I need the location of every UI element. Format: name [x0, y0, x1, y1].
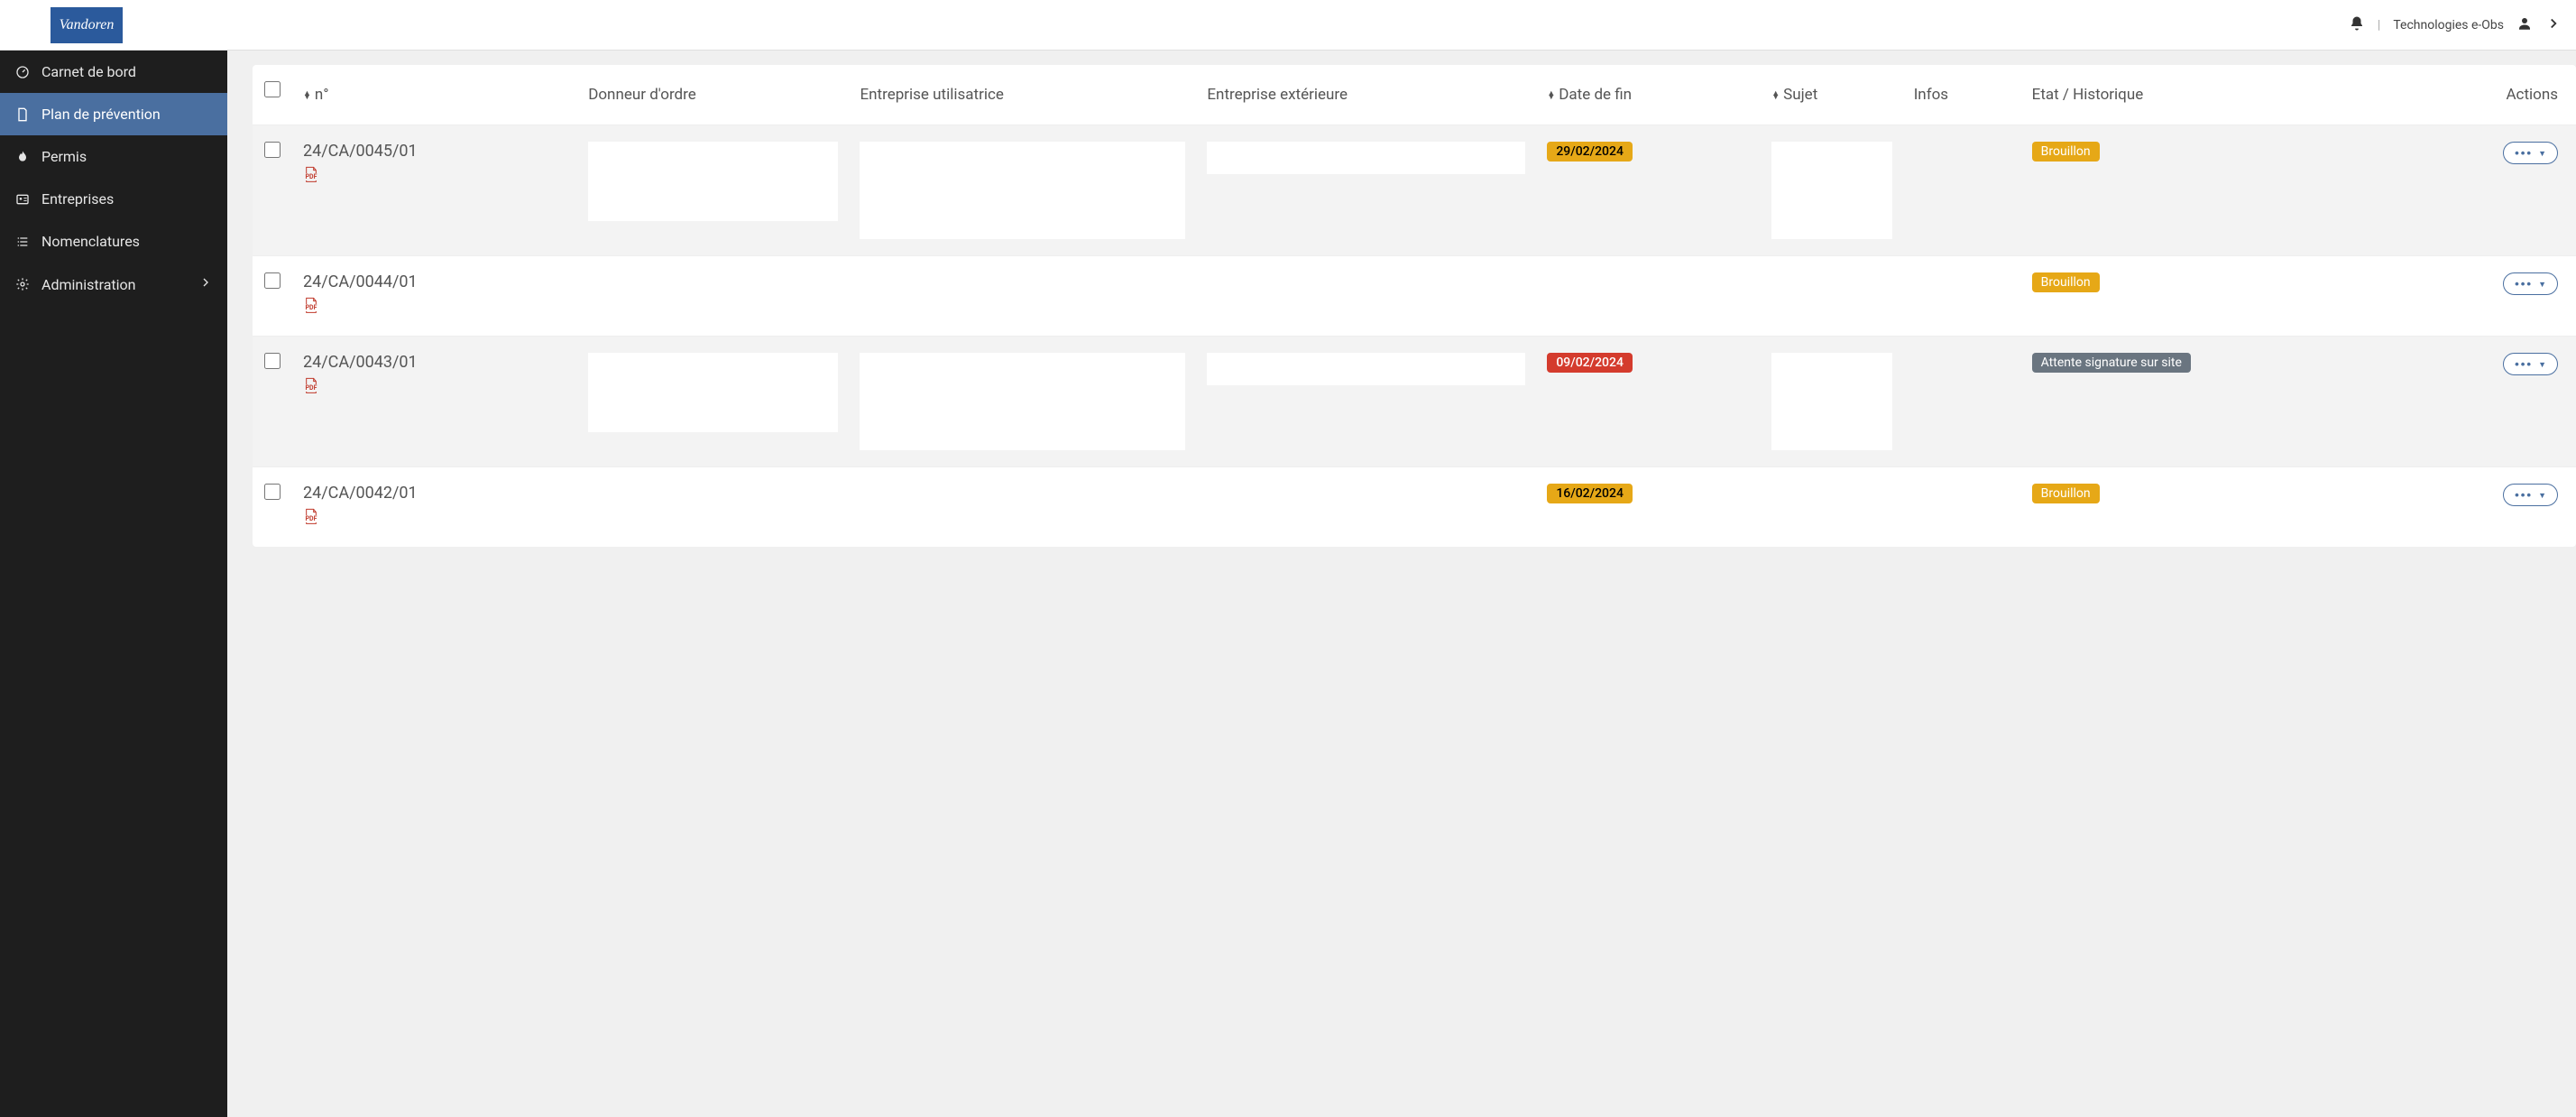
status-badge: Brouillon — [2032, 142, 2100, 162]
row-checkbox[interactable] — [264, 484, 281, 500]
sidebar-item-label: Plan de prévention — [41, 106, 161, 123]
chevron-down-icon: ▼ — [2538, 149, 2546, 158]
sidebar: Carnet de bord Plan de prévention Permis… — [0, 51, 227, 1117]
table-row: 24/CA/0044/01 PDF Brouillon ••• ▼ — [253, 256, 2576, 337]
prevention-plans-table: ▲▼ n° Donneur d'ordre Entreprise utilisat… — [253, 65, 2576, 547]
chevron-down-icon: ▼ — [2538, 491, 2546, 500]
file-icon — [14, 106, 31, 123]
table-row: 24/CA/0042/01 PDF 16/02/2024 Brouillon ••• ▼ — [253, 467, 2576, 548]
status-badge: Attente signature sur site — [2032, 353, 2191, 373]
col-header-utilisatrice: Entreprise utilisatrice — [849, 65, 1196, 125]
status-badge: Brouillon — [2032, 272, 2100, 292]
plan-number: 24/CA/0044/01 — [303, 272, 566, 291]
sort-icon: ▲▼ — [1547, 92, 1555, 99]
sidebar-item-label: Administration — [41, 276, 136, 293]
sidebar-item-administration[interactable]: Administration — [0, 263, 227, 306]
list-icon — [14, 234, 31, 250]
sidebar-item-nomenclatures[interactable]: Nomenclatures — [0, 220, 227, 263]
row-checkbox[interactable] — [264, 272, 281, 289]
sidebar-item-label: Entreprises — [41, 190, 114, 208]
redacted-cell — [1207, 353, 1525, 385]
row-checkbox[interactable] — [264, 142, 281, 158]
col-header-label: Date de fin — [1559, 86, 1632, 104]
redacted-cell — [860, 142, 1185, 239]
redacted-cell — [1771, 142, 1891, 239]
sidebar-item-label: Permis — [41, 148, 87, 165]
pdf-icon[interactable]: PDF — [303, 166, 319, 180]
date-fin-badge: 09/02/2024 — [1547, 353, 1633, 373]
ellipsis-icon: ••• — [2515, 146, 2533, 160]
col-header-exterieure: Entreprise extérieure — [1196, 65, 1536, 125]
row-actions-button[interactable]: ••• ▼ — [2503, 484, 2558, 506]
plan-number: 24/CA/0042/01 — [303, 484, 566, 503]
redacted-cell — [588, 142, 838, 221]
brand-logo: Vandoren — [51, 7, 123, 43]
chevron-down-icon: ▼ — [2538, 360, 2546, 369]
chevron-right-icon — [198, 275, 213, 293]
sort-icon: ▲▼ — [303, 92, 311, 99]
plan-number: 24/CA/0045/01 — [303, 142, 566, 161]
sidebar-item-carnet-de-bord[interactable]: Carnet de bord — [0, 51, 227, 93]
date-fin-badge: 29/02/2024 — [1547, 142, 1633, 162]
sidebar-item-label: Carnet de bord — [41, 63, 136, 80]
row-actions-button[interactable]: ••• ▼ — [2503, 142, 2558, 164]
separator: | — [2378, 18, 2380, 32]
id-card-icon — [14, 191, 31, 208]
col-header-num[interactable]: ▲▼ n° — [292, 65, 577, 125]
pdf-icon[interactable]: PDF — [303, 508, 319, 522]
row-checkbox[interactable] — [264, 353, 281, 369]
col-header-etat: Etat / Historique — [2021, 65, 2400, 125]
ellipsis-icon: ••• — [2515, 488, 2533, 502]
chevron-down-icon: ▼ — [2538, 280, 2546, 289]
sidebar-item-permis[interactable]: Permis — [0, 135, 227, 178]
col-header-infos: Infos — [1903, 65, 2021, 125]
redacted-cell — [860, 353, 1185, 450]
ellipsis-icon: ••• — [2515, 357, 2533, 371]
redacted-cell — [1207, 142, 1525, 174]
user-label: Technologies e-Obs — [2393, 18, 2504, 32]
col-header-label: Sujet — [1783, 86, 1817, 104]
data-table-panel: ▲▼ n° Donneur d'ordre Entreprise utilisat… — [253, 65, 2576, 547]
col-header-donneur: Donneur d'ordre — [577, 65, 849, 125]
date-fin-badge: 16/02/2024 — [1547, 484, 1633, 503]
sidebar-item-entreprises[interactable]: Entreprises — [0, 178, 227, 220]
redacted-cell — [588, 353, 838, 432]
ellipsis-icon: ••• — [2515, 277, 2533, 291]
col-header-actions: Actions — [2400, 65, 2576, 125]
table-row: 24/CA/0043/01 PDF 09/02/2024 Attente signat… — [253, 337, 2576, 467]
row-actions-button[interactable]: ••• ▼ — [2503, 353, 2558, 375]
col-header-label: n° — [315, 86, 329, 104]
sort-icon: ▲▼ — [1771, 92, 1780, 99]
col-header-date-fin[interactable]: ▲▼ Date de fin — [1536, 65, 1761, 125]
row-actions-button[interactable]: ••• ▼ — [2503, 272, 2558, 295]
user-icon[interactable] — [2516, 15, 2533, 35]
chevron-right-icon[interactable] — [2545, 15, 2562, 35]
table-row: 24/CA/0045/01 PDF 29/02/2024 Brouillon ••• ▼ — [253, 125, 2576, 256]
dashboard-icon — [14, 64, 31, 80]
status-badge: Brouillon — [2032, 484, 2100, 503]
notifications-icon[interactable] — [2349, 15, 2365, 35]
gear-icon — [14, 276, 31, 292]
sidebar-item-label: Nomenclatures — [41, 233, 140, 250]
redacted-cell — [1771, 353, 1891, 450]
pdf-icon[interactable]: PDF — [303, 377, 319, 392]
sidebar-item-plan-de-prevention[interactable]: Plan de prévention — [0, 93, 227, 135]
plan-number: 24/CA/0043/01 — [303, 353, 566, 372]
select-all-checkbox[interactable] — [264, 81, 281, 97]
flame-icon — [14, 149, 31, 165]
pdf-icon[interactable]: PDF — [303, 297, 319, 311]
col-header-sujet[interactable]: ▲▼Sujet — [1761, 65, 1902, 125]
